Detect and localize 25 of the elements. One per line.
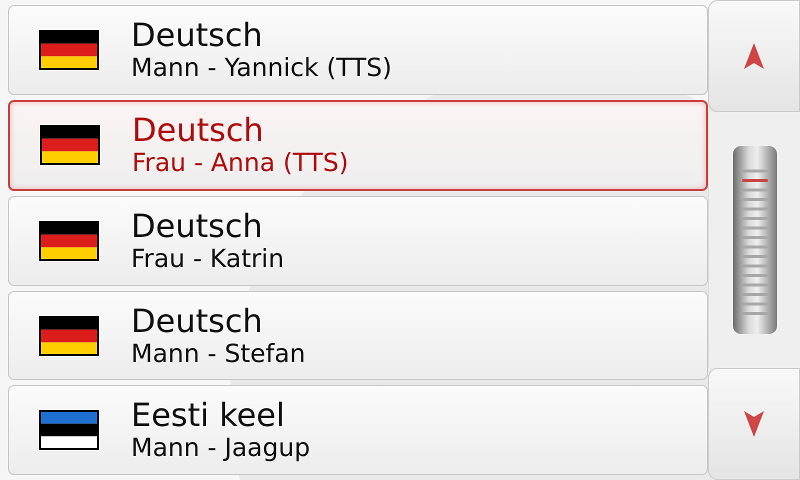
voice-item[interactable]: Eesti keel Mann - Jaagup [8,385,708,475]
voice-item[interactable]: Deutsch Frau - Anna (TTS) [8,100,708,192]
flag-icon [39,30,99,70]
flag-icon [39,410,99,450]
down-arrow-icon [744,411,764,437]
scroll-down-button[interactable] [708,368,800,480]
language-label: Deutsch [131,302,264,339]
voice-label: Frau - Anna (TTS) [132,148,348,178]
scroll-up-button[interactable] [708,0,800,112]
voice-item[interactable]: Deutsch Mann - Stefan [8,290,708,380]
language-label: Deutsch [131,16,264,53]
flag-icon [39,316,99,356]
scroll-thumb[interactable] [732,146,776,334]
up-arrow-icon [744,43,764,69]
voice-item[interactable]: Deutsch Mann - Yannick (TTS) [8,5,708,95]
flag-icon [40,125,100,166]
voice-label: Frau - Katrin [131,244,284,274]
voice-label: Mann - Jaagup [131,433,310,464]
voice-label: Mann - Stefan [131,338,306,369]
voice-label: Mann - Yannick (TTS) [131,52,392,83]
language-label: Eesti keel [131,397,286,434]
flag-icon [39,220,99,261]
language-label: Deutsch [132,112,265,148]
language-label: Deutsch [131,208,264,244]
voice-item[interactable]: Deutsch Frau - Katrin [8,196,708,286]
